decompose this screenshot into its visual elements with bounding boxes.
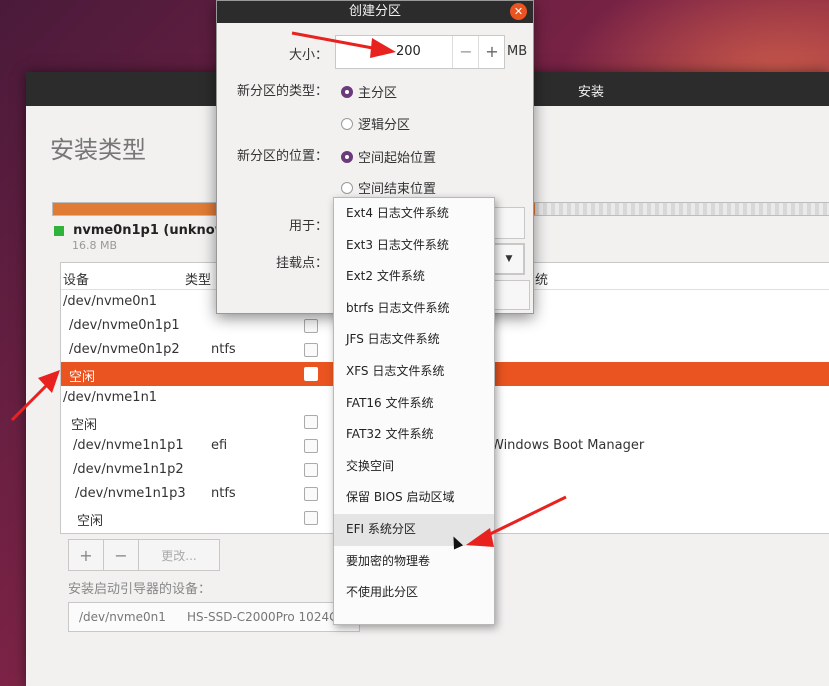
annotation-arrows [10,31,567,547]
annotation-arrow-row-icon [10,370,60,422]
annotation-arrow-efi-icon [466,495,567,547]
annotation-arrow-size-icon [291,31,396,58]
